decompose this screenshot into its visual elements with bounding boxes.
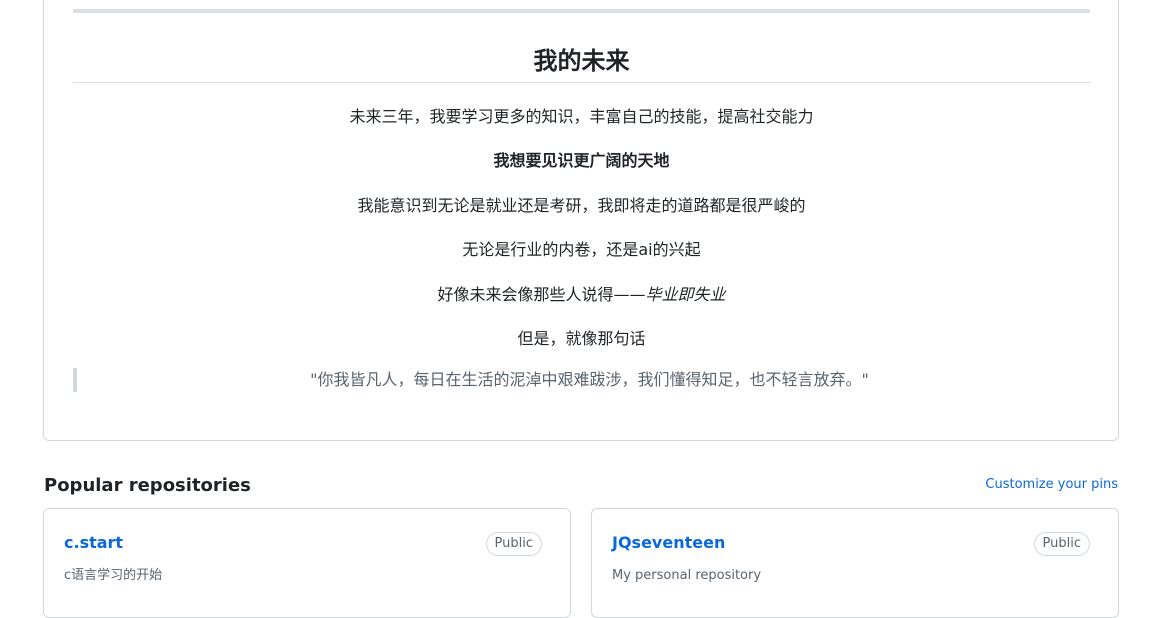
readme-paragraph-6: 但是，就像那句话 [517, 329, 646, 348]
title-divider [73, 82, 1090, 83]
readme-title: 我的未来 [533, 47, 630, 75]
readme-paragraph-5-text: 好像未来会像那些人说得—— [437, 285, 646, 304]
repo-card: JQseventeen Public My personal repositor… [591, 508, 1119, 618]
customize-pins-link[interactable]: Customize your pins [985, 475, 1118, 495]
visibility-badge: Public [1033, 532, 1090, 556]
readme-card: 我的未来 未来三年，我要学习更多的知识，丰富自己的技能，提高社交能力 我想要见识… [43, 0, 1119, 441]
readme-emphasis: 毕业即失业 [645, 285, 726, 304]
repo-description: My personal repository [612, 568, 762, 583]
repo-description: c语言学习的开始 [64, 568, 163, 583]
readme-paragraph-1: 未来三年，我要学习更多的知识，丰富自己的技能，提高社交能力 [349, 107, 814, 126]
popular-repositories-heading: Popular repositories [44, 475, 251, 496]
visibility-badge: Public [485, 532, 542, 556]
repo-name-link[interactable]: JQseventeen [612, 531, 725, 555]
repo-card: c.start Public c语言学习的开始 [43, 508, 571, 618]
readme-paragraph-5: 好像未来会像那些人说得——毕业即失业 [73, 283, 1090, 307]
blockquote-bar [73, 368, 77, 392]
readme-paragraph-3: 我能意识到无论是就业还是考研，我即将走的道路都是很严峻的 [357, 196, 806, 215]
blockquote-text: "你我皆凡人，每日在生活的泥淖中艰难跋涉，我们懂得知足，也不轻言放弃。" [310, 370, 869, 389]
readme-paragraph-4: 无论是行业的内卷，还是ai的兴起 [462, 240, 701, 259]
readme-paragraph-bold: 我想要见识更广阔的天地 [493, 151, 670, 170]
repo-name-link[interactable]: c.start [64, 531, 123, 555]
horizontal-rule [73, 9, 1090, 13]
